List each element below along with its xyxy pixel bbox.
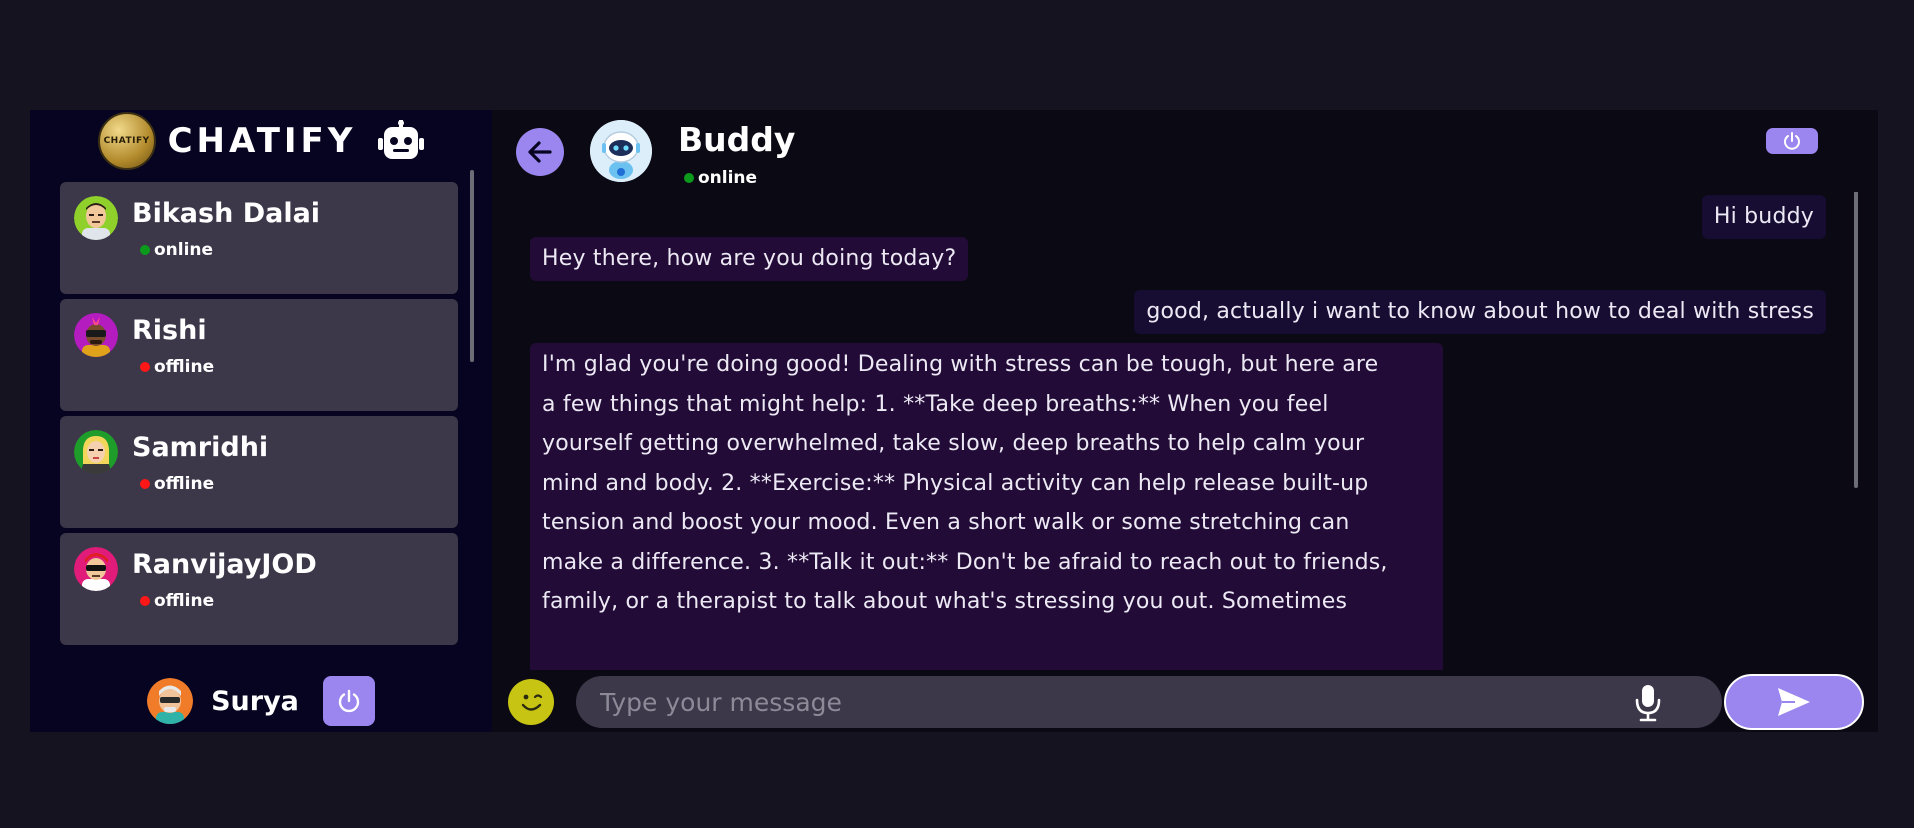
avatar [147, 678, 194, 724]
message-input[interactable] [576, 676, 1722, 728]
status-badge: offline [140, 357, 214, 377]
status-text: offline [154, 591, 215, 611]
status-text: online [698, 168, 758, 188]
robot-icon[interactable] [378, 120, 425, 162]
smiley-icon [521, 694, 543, 711]
chatify-logo-icon: CHATIFY [97, 112, 156, 170]
status-badge: online [140, 240, 213, 260]
contact-card-rishi[interactable]: Rishi offline [60, 299, 458, 411]
status-text: online [154, 240, 214, 260]
chat-panel: Buddy online Hi buddy Hey there, how are… [492, 110, 1878, 732]
send-icon [1778, 688, 1810, 716]
contact-name: Rishi [132, 315, 207, 346]
status-dot-icon [140, 479, 150, 489]
chat-app: CHATIFY CHATIFY Bikash Dalai online Rish… [30, 110, 1878, 732]
back-button[interactable] [516, 128, 564, 176]
message-sent: Hi buddy [1701, 195, 1826, 239]
message-composer [492, 670, 1878, 732]
sidebar: CHATIFY CHATIFY Bikash Dalai online Rish… [30, 110, 492, 732]
app-title: CHATIFY [167, 121, 357, 161]
status-dot-icon [140, 362, 150, 372]
mic-button[interactable] [1628, 682, 1668, 724]
power-icon [338, 689, 360, 713]
status-text: offline [154, 474, 215, 494]
status-dot-icon [684, 173, 694, 183]
message-received: I'm glad you're doing good! Dealing with… [530, 343, 1443, 670]
bot-avatar [590, 120, 652, 182]
status-badge: online [684, 168, 757, 188]
robot-icon [590, 120, 652, 182]
contact-name: Samridhi [132, 432, 269, 463]
status-dot-icon [140, 245, 150, 255]
avatar [74, 430, 118, 474]
status-badge: offline [140, 591, 214, 611]
avatar [74, 196, 118, 240]
avatar [74, 547, 118, 591]
contact-list[interactable]: Bikash Dalai online Rishi offline Samrid… [30, 172, 492, 670]
logout-button[interactable] [322, 676, 375, 726]
chat-scrollbar[interactable] [1854, 192, 1858, 488]
brand-header: CHATIFY CHATIFY [30, 110, 492, 172]
chat-header: Buddy online [492, 110, 1878, 192]
emoji-button[interactable] [508, 679, 554, 725]
message-sent: good, actually i want to know about how … [1134, 290, 1826, 334]
power-icon [1784, 132, 1800, 150]
message-received: Hey there, how are you doing today? [530, 237, 969, 281]
current-user-bar: Surya [30, 670, 492, 732]
contact-name: Bikash Dalai [132, 198, 321, 229]
sidebar-scrollbar[interactable] [470, 170, 474, 362]
status-dot-icon [140, 596, 150, 606]
chat-logout-button[interactable] [1766, 128, 1818, 154]
current-user-name: Surya [211, 685, 299, 717]
contact-card-samridhi[interactable]: Samridhi offline [60, 416, 458, 528]
send-button[interactable] [1724, 674, 1864, 730]
status-badge: offline [140, 474, 214, 494]
contact-card-bikash[interactable]: Bikash Dalai online [60, 182, 458, 294]
contact-card-ranvijayjod[interactable]: RanvijayJOD offline [60, 533, 458, 645]
avatar [74, 313, 118, 357]
contact-name: RanvijayJOD [132, 549, 317, 580]
arrow-left-icon [528, 141, 552, 163]
microphone-icon [1635, 685, 1661, 722]
message-list[interactable]: Hi buddy Hey there, how are you doing to… [492, 192, 1878, 670]
chat-title: Buddy [678, 120, 796, 159]
status-text: offline [154, 357, 215, 377]
